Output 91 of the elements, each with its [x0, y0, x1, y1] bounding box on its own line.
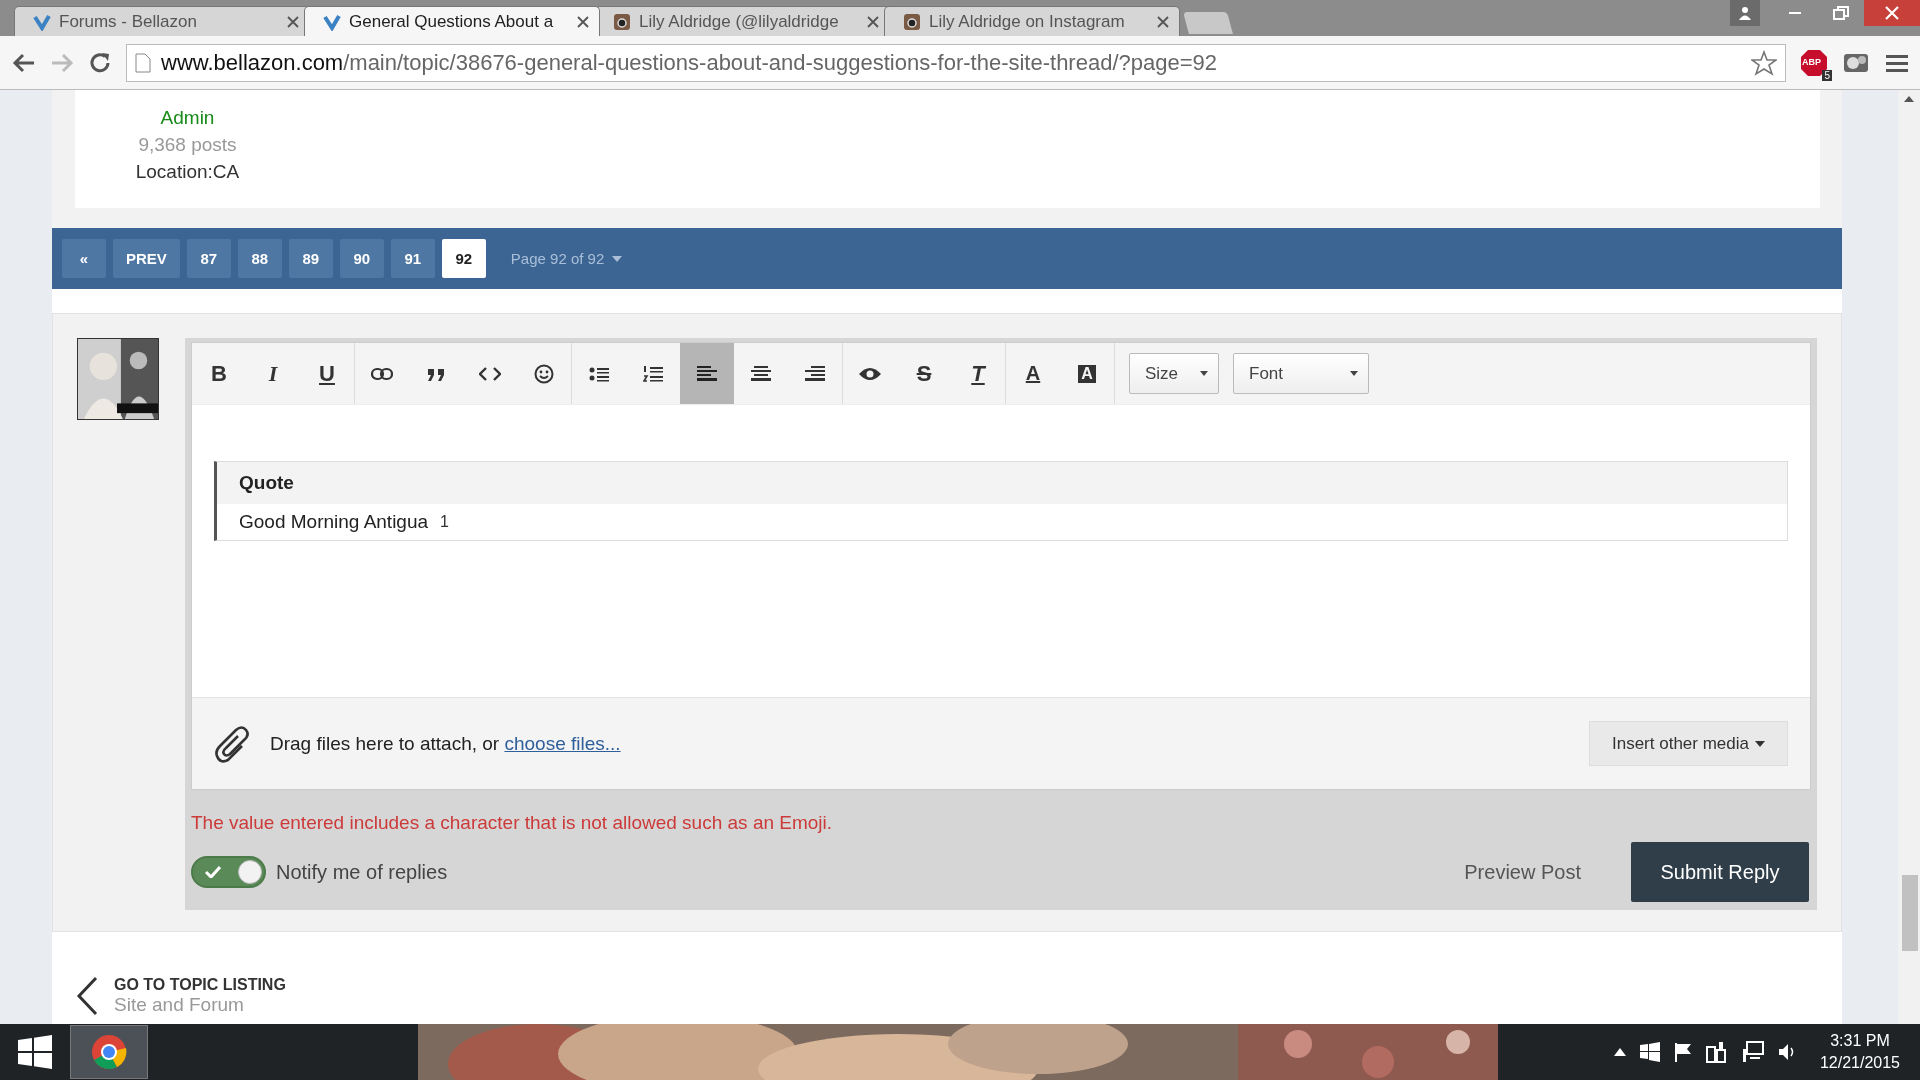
error-message: The value entered includes a character that is not allowed such as an Emoji. [191, 812, 834, 834]
dropdown[interactable]: Font [1233, 353, 1369, 394]
minimize-icon [1789, 12, 1801, 14]
mark-glyph: 1 [440, 513, 449, 531]
toggle-label: Notify me of replies [276, 860, 449, 884]
caret-icon [612, 255, 623, 262]
star-icon[interactable] [1751, 49, 1777, 76]
link-icon [371, 366, 393, 381]
caret-icon [1755, 740, 1765, 747]
close-icon[interactable] [287, 15, 299, 28]
camera-icon [903, 12, 921, 31]
preview-button[interactable]: Preview Post [1458, 859, 1587, 885]
quote-icon [425, 366, 447, 381]
network-icon[interactable] [1741, 1041, 1764, 1063]
align-left-button[interactable] [680, 343, 734, 404]
count-badge: 5 [1822, 69, 1832, 81]
adblock-label: ABP [1802, 56, 1821, 67]
eye-icon [858, 365, 882, 382]
page-button[interactable]: 87 [186, 239, 231, 278]
close-icon[interactable] [577, 15, 589, 28]
first-page-button[interactable]: « [62, 239, 106, 278]
caret-icon [1350, 371, 1358, 376]
insert-media-button[interactable]: Insert other media [1589, 721, 1788, 766]
submit-button[interactable]: Submit Reply [1631, 842, 1809, 902]
speaker-icon[interactable] [1777, 1042, 1796, 1062]
page-icon [135, 52, 151, 73]
prev-button[interactable]: PREV [113, 239, 180, 278]
topic-listing-link[interactable]: GO TO TOPIC LISTING [114, 976, 286, 994]
editor-field[interactable]: Quote Good Morning Antigua 1 [192, 405, 1810, 697]
caret-icon [1200, 371, 1208, 376]
user-location: Location:CA [135, 160, 240, 184]
page-button[interactable]: 91 [390, 239, 435, 278]
align-center-icon [751, 365, 771, 382]
url-text[interactable]: www.bellazon.com/main/topic/38676-general-questions-about-and-suggestions-for-the-site-thread/?page=92 [161, 49, 1741, 76]
clear-button[interactable]: T [951, 343, 1005, 404]
page-button[interactable]: 92 [441, 239, 486, 278]
restore-icon [1833, 6, 1849, 20]
numbered-list-icon [643, 364, 663, 383]
taskbar-app-button[interactable] [70, 1025, 148, 1079]
stop-sign-icon [1800, 48, 1828, 77]
check-logo-icon [33, 12, 51, 31]
strike-button[interactable]: S [897, 343, 951, 404]
text-color-button[interactable]: A [1006, 343, 1060, 404]
profile-button[interactable] [1730, 0, 1760, 26]
quote-title: Quote [217, 462, 1787, 504]
user-group: Admin [160, 104, 215, 131]
smiley-icon [534, 363, 554, 384]
page-button[interactable]: 90 [339, 239, 384, 278]
address-field[interactable]: www.bellazon.com/main/topic/38676-general-questions-about-and-suggestions-for-the-site-thread/?page=92 [126, 43, 1786, 82]
browser-tab[interactable]: Lily Aldridge on Instagram [884, 6, 1180, 36]
align-left-icon [697, 365, 717, 382]
caret-icon[interactable] [1613, 1048, 1626, 1056]
check-icon [205, 866, 221, 878]
browser-tab[interactable]: General Questions About a [304, 6, 600, 36]
choose-files-link[interactable]: choose files... [504, 732, 621, 754]
underline-button[interactable]: U [300, 343, 354, 404]
post-count: 9,368 posts [138, 133, 237, 157]
page-button[interactable]: 89 [288, 239, 333, 278]
windows-logo-icon[interactable] [1639, 1042, 1660, 1062]
dropdown[interactable]: Size [1129, 353, 1219, 394]
quote-text: Good Morning Antigua [239, 511, 429, 533]
scroll-up-icon[interactable] [1904, 96, 1914, 104]
notify-toggle[interactable] [191, 856, 266, 888]
bold-button[interactable]: B [192, 343, 246, 404]
close-icon [1885, 6, 1899, 20]
italic-button[interactable]: I [246, 343, 300, 404]
user-icon [1738, 6, 1752, 20]
page-button[interactable]: 88 [237, 239, 282, 278]
align-right-icon [805, 365, 825, 382]
browser-logo-icon [91, 1034, 127, 1070]
code-icon [479, 366, 501, 381]
reload-icon[interactable] [88, 50, 112, 75]
paperclip-icon [214, 723, 250, 764]
scroll-thumb[interactable] [1902, 875, 1918, 951]
battery-plug-icon[interactable] [1705, 1041, 1728, 1063]
bullet-list-icon [589, 365, 609, 382]
camera-icon [613, 12, 631, 31]
close-icon[interactable] [867, 15, 879, 28]
forum-name: Site and Forum [114, 994, 245, 1016]
windows-logo-icon [18, 1035, 52, 1069]
menu-icon[interactable] [1886, 52, 1908, 73]
close-window-button[interactable] [1864, 0, 1920, 26]
clock-date: 12/21/2015 [1819, 1053, 1900, 1073]
bg-color-button[interactable]: A [1060, 343, 1114, 404]
flag-icon[interactable] [1673, 1042, 1692, 1062]
back-icon[interactable] [12, 51, 36, 74]
close-icon[interactable] [1157, 15, 1169, 28]
clock-time: 3:31 PM [1829, 1031, 1891, 1051]
chevron-left-icon[interactable] [76, 976, 98, 1016]
attach-text: Drag files here to attach, or choose files... [270, 732, 622, 755]
check-logo-icon [323, 12, 341, 31]
